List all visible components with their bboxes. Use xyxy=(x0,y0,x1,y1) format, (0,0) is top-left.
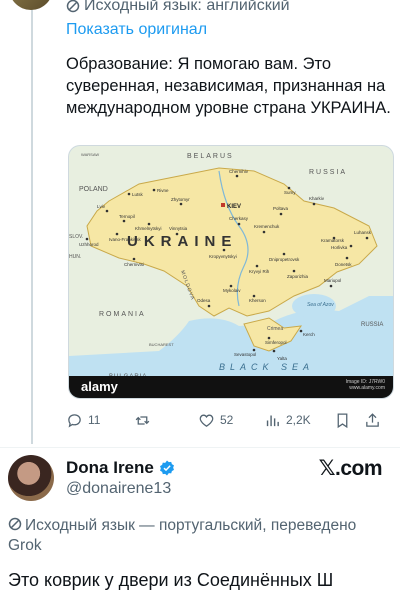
city-chernihiv: Chernihiv xyxy=(229,169,249,174)
city-rivne: Rivne xyxy=(157,188,169,193)
share-button[interactable] xyxy=(364,412,388,429)
views-count: 2,2K xyxy=(286,413,311,427)
label-belarus: BELARUS xyxy=(187,153,234,160)
label-ukraine: UKRAINE xyxy=(127,233,237,250)
city-chernivtsi: Chernivtsi xyxy=(124,262,144,267)
label-romania: ROMANIA xyxy=(99,311,146,318)
like-count: 52 xyxy=(220,413,234,427)
city-ternopil: Ternopil xyxy=(119,214,135,219)
label-crimea: Crimea xyxy=(267,326,283,332)
city-poltava: Poltava xyxy=(273,206,289,211)
city-kremenchuk: Kremenchuk xyxy=(254,224,280,229)
translation-notice-2: Исходный язык — португальский, переведен… xyxy=(8,516,392,556)
translate-icon xyxy=(66,0,80,13)
city-lviv: Lviv xyxy=(97,204,106,209)
translation-notice: Исходный язык: английский xyxy=(66,0,392,15)
city-khmelnytskyi: Khmelnytskyi xyxy=(135,226,162,231)
author-avatar[interactable] xyxy=(8,455,54,501)
thread-connector-line xyxy=(31,0,33,444)
x-logo: 𝕏.com xyxy=(318,457,383,480)
city-horlivka: Horlivka xyxy=(331,245,348,250)
bookmark-icon xyxy=(337,412,348,428)
city-mariupol: Mariupol xyxy=(324,278,341,283)
verified-badge-icon xyxy=(159,460,174,476)
label-slovakia: SLOV. xyxy=(69,234,83,240)
city-sumy: Sumy xyxy=(284,190,296,195)
tweet-divider xyxy=(0,447,400,448)
alamy-watermark-bar: alamy Image ID: J7RW0 www.alamy.com xyxy=(69,376,393,398)
ukraine-map: BELARUS RUSSIA POLAND WARSAW SLOV. HUN. … xyxy=(69,146,393,398)
city-luhansk: Luhansk xyxy=(354,230,372,235)
retweet-icon xyxy=(135,415,150,425)
author-name-row: Dona Irene xyxy=(66,458,176,478)
city-mykolaiv: Mykolaiv xyxy=(223,288,241,293)
city-lutsk: Lutsk xyxy=(132,192,144,197)
tweet-media-image[interactable]: BELARUS RUSSIA POLAND WARSAW SLOV. HUN. … xyxy=(68,145,394,399)
capital-marker xyxy=(221,203,225,207)
reply-icon xyxy=(68,413,81,427)
city-kharkiv: Kharkiv xyxy=(309,196,325,201)
views-button[interactable]: 2,2K xyxy=(264,412,334,429)
city-donetsk: Donetsk xyxy=(335,262,352,267)
city-ivano-frankivsk: Ivano-Frankivsk xyxy=(109,237,142,242)
label-black-sea: BLACK SEA xyxy=(219,362,314,372)
bookmark-button[interactable] xyxy=(334,412,364,429)
city-zhytomyr: Zhytomyr xyxy=(171,197,190,202)
label-kiev: KIEV xyxy=(227,204,241,210)
source-language-text-2: Исходный язык — португальский, переведен… xyxy=(8,517,357,554)
views-icon xyxy=(266,415,279,426)
city-odesa: Odesa xyxy=(197,298,211,303)
alamy-logo: alamy xyxy=(81,379,118,394)
city-kerch: Kerch xyxy=(303,332,315,337)
city-sevastopol: Sevastopol xyxy=(234,352,256,357)
label-sea-of-azov: Sea of Azov xyxy=(307,302,334,308)
city-kramatorsk: Kramatorsk xyxy=(321,238,345,243)
share-icon xyxy=(366,412,379,427)
reply-count: 11 xyxy=(88,413,101,427)
city-uzhhorod: Uzhhorod xyxy=(79,242,99,247)
previous-author-avatar[interactable] xyxy=(9,0,53,10)
tweet-body: Исходный язык: английский Показать ориги… xyxy=(66,0,392,119)
label-hungary: HUN. xyxy=(69,254,81,260)
city-kropyvnytskyi: Kropyvnytskyi xyxy=(209,254,237,259)
tweet-text-2: Это коврик у двери из Соединённых Ш xyxy=(8,570,334,590)
author-handle[interactable]: @donairene13 xyxy=(66,480,171,498)
alamy-site: www.alamy.com xyxy=(349,385,385,391)
label-russia-top: RUSSIA xyxy=(309,169,347,176)
city-kherson: Kherson xyxy=(249,298,266,303)
translate-icon xyxy=(8,517,22,531)
city-zaporizhia: Zaporizhia xyxy=(287,274,309,279)
reply-button[interactable]: 11 xyxy=(66,412,134,429)
city-yalta: Yalta xyxy=(277,356,287,361)
city-dnipro: Dnipropetrovsk xyxy=(269,257,300,262)
label-russia-right: RUSSIA xyxy=(361,322,383,328)
author-name[interactable]: Dona Irene xyxy=(66,458,154,478)
source-language-text: Исходный язык: английский xyxy=(84,0,290,14)
retweet-button[interactable] xyxy=(134,412,198,429)
tweet-text: Образование: Я помогаю вам. Это суверенн… xyxy=(66,55,391,117)
alamy-meta: Image ID: J7RW0 www.alamy.com xyxy=(346,379,385,391)
city-kryvyi-rih: Kryvyi Rih xyxy=(249,269,270,274)
label-warsaw: WARSAW xyxy=(81,152,99,157)
heart-icon xyxy=(199,414,214,427)
city-cherkasy: Cherkasy xyxy=(229,216,249,221)
like-button[interactable]: 52 xyxy=(198,412,264,429)
city-simferopol: Simferopol xyxy=(265,340,287,345)
label-bucharest: BUCHAREST xyxy=(149,342,174,347)
label-poland: POLAND xyxy=(79,186,108,193)
city-vinnytsia: Vinnytsia xyxy=(169,226,188,231)
tweet-action-bar: 11 52 2,2K xyxy=(66,408,392,432)
show-original-link[interactable]: Показать оригинал xyxy=(66,21,392,39)
